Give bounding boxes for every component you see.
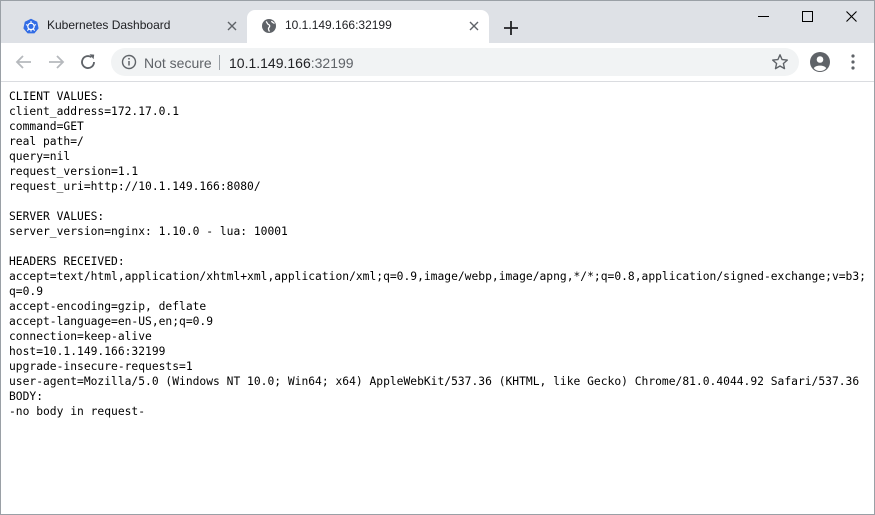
client-line: client_address=172.17.0.1 — [9, 105, 180, 118]
client-line: query=nil — [9, 150, 71, 163]
reload-icon[interactable] — [77, 51, 99, 73]
minimize-icon[interactable] — [741, 1, 786, 31]
client-values-header: CLIENT VALUES: — [9, 90, 105, 103]
page-content: CLIENT VALUES: client_address=172.17.0.1… — [9, 89, 869, 419]
close-tab-icon[interactable] — [225, 19, 239, 33]
profile-avatar-icon[interactable] — [809, 51, 831, 73]
tab-strip: Kubernetes Dashboard 10.1.149.166:32199 — [1, 1, 874, 43]
response-text: CLIENT VALUES: client_address=172.17.0.1… — [9, 89, 869, 419]
security-label[interactable]: Not secure — [144, 55, 212, 71]
header-line: accept-language=en-US,en;q=0.9 — [9, 315, 214, 328]
url-port: :32199 — [310, 55, 354, 71]
body-header: BODY: — [9, 390, 44, 403]
forward-arrow-icon[interactable] — [45, 51, 67, 73]
header-line: host=10.1.149.166:32199 — [9, 345, 166, 358]
globe-icon — [262, 19, 276, 33]
header-line: user-agent=Mozilla/5.0 (Windows NT 10.0;… — [9, 375, 860, 388]
client-line: command=GET — [9, 120, 84, 133]
server-line: server_version=nginx: 1.10.0 - lua: 1000… — [9, 225, 288, 238]
info-icon[interactable] — [121, 54, 137, 70]
body-line: -no body in request- — [9, 405, 146, 418]
tab-current-page[interactable]: 10.1.149.166:32199 — [247, 10, 489, 43]
menu-kebab-icon[interactable] — [844, 51, 862, 73]
address-bar[interactable]: Not secure 10.1.149.166:32199 — [111, 48, 799, 76]
omnibox-divider — [219, 55, 220, 70]
client-line: request_uri=http://10.1.149.166:8080/ — [9, 180, 261, 193]
header-line: accept=text/html,application/xhtml+xml,a… — [9, 270, 866, 298]
server-values-header: SERVER VALUES: — [9, 210, 105, 223]
tab-title: 10.1.149.166:32199 — [285, 18, 392, 32]
kubernetes-icon — [23, 18, 39, 34]
header-line: accept-encoding=gzip, deflate — [9, 300, 207, 313]
close-tab-icon[interactable] — [467, 19, 481, 33]
browser-toolbar: Not secure 10.1.149.166:32199 — [1, 43, 874, 82]
window-close-icon[interactable] — [829, 1, 874, 31]
client-line: real path=/ — [9, 135, 84, 148]
header-line: upgrade-insecure-requests=1 — [9, 360, 193, 373]
url-host: 10.1.149.166 — [229, 55, 311, 71]
back-arrow-icon[interactable] — [13, 51, 35, 73]
url-text[interactable]: 10.1.149.166:32199 — [229, 55, 354, 71]
client-line: request_version=1.1 — [9, 165, 139, 178]
browser-window: Kubernetes Dashboard 10.1.149.166:32199 — [0, 0, 875, 515]
bookmark-star-icon[interactable] — [771, 53, 789, 71]
maximize-icon[interactable] — [785, 1, 830, 31]
header-line: connection=keep-alive — [9, 330, 152, 343]
tab-kubernetes-dashboard[interactable]: Kubernetes Dashboard — [9, 10, 247, 43]
tab-title: Kubernetes Dashboard — [47, 18, 171, 32]
new-tab-plus-icon[interactable] — [498, 15, 524, 41]
headers-received-header: HEADERS RECEIVED: — [9, 255, 125, 268]
